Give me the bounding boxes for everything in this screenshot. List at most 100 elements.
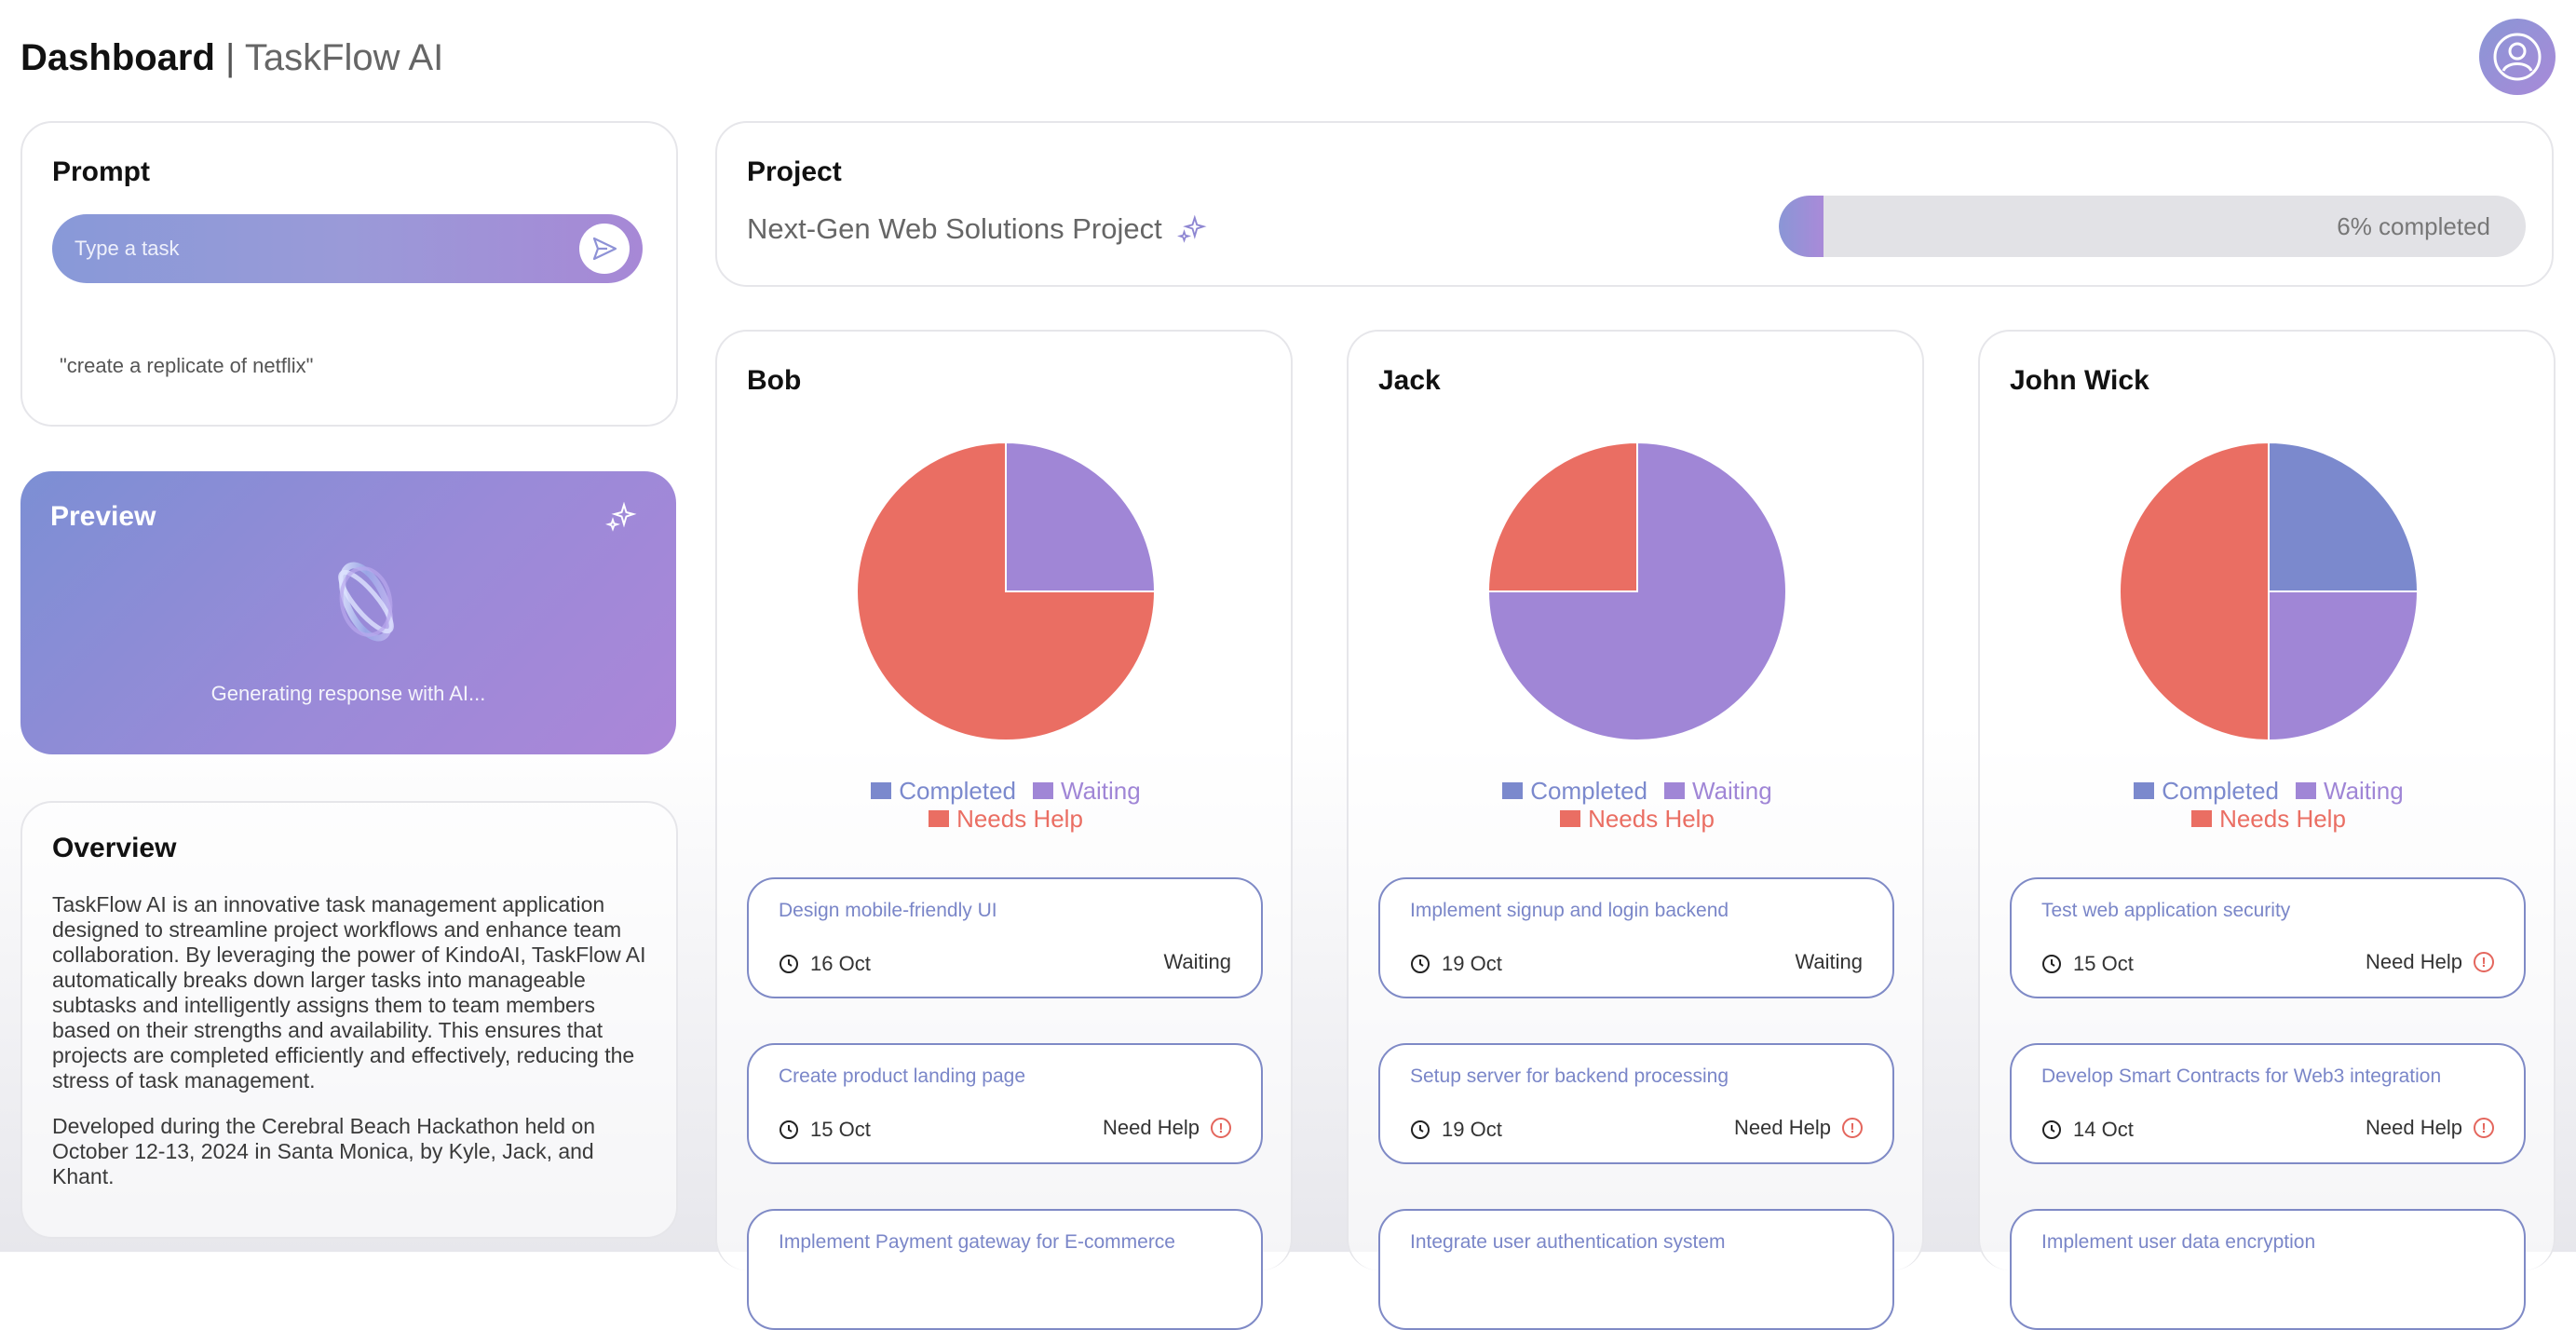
task-title: Test web application security: [2041, 900, 2291, 921]
task-due-date: 19 Oct: [1410, 952, 1502, 976]
clock-icon: [1411, 1120, 1430, 1139]
app-name: TaskFlow AI: [244, 37, 444, 78]
task-card[interactable]: Implement user data encryption: [2010, 1209, 2526, 1330]
overview-title: Overview: [52, 833, 177, 863]
task-date-text: 19 Oct: [1442, 952, 1502, 975]
clock-icon: [2042, 1120, 2061, 1139]
member-name: Jack: [1378, 365, 1441, 396]
task-status: Waiting: [1795, 950, 1863, 974]
legend-swatch: [929, 810, 950, 827]
chart-legend: Completed Waiting Needs Help: [1349, 777, 1926, 833]
task-status-label: Need Help: [2366, 950, 2462, 973]
preview-card: Preview Generating response with AI...: [20, 471, 676, 754]
task-status-label: Need Help: [2366, 1116, 2462, 1139]
task-date-text: 14 Oct: [2073, 1118, 2134, 1141]
member-card: John Wick Completed Waiting Needs Help Test …: [1978, 330, 2557, 1330]
send-icon: [592, 237, 617, 261]
task-date-text: 16 Oct: [810, 952, 871, 975]
legend-swatch: [2191, 810, 2213, 827]
legend-label: Needs Help: [1588, 805, 1715, 833]
task-title: Setup server for backend processing: [1410, 1065, 1729, 1087]
task-card[interactable]: Test web application security 15 Oct Need …: [2010, 877, 2526, 998]
member-name: Bob: [747, 365, 802, 396]
legend-item-needs-help: Needs Help: [2191, 805, 2346, 833]
legend-label: Completed: [2162, 777, 2279, 805]
title-separator: |: [214, 37, 245, 78]
task-status: Waiting: [1163, 950, 1231, 974]
sparkle-icon[interactable]: [1176, 214, 1207, 244]
page-title-dashboard: Dashboard: [20, 37, 215, 78]
task-due-date: 19 Oct: [1410, 1118, 1502, 1142]
member-card: Bob Completed Waiting Needs Help Design mobi…: [715, 330, 1293, 1330]
member-pie-chart: [2119, 441, 2420, 742]
ai-loading-orb-icon: [338, 562, 394, 642]
pie-slice-needs-help: [1486, 441, 1638, 592]
legend-item-needs-help: Needs Help: [1560, 805, 1715, 833]
legend-swatch: [2134, 782, 2155, 799]
task-card[interactable]: Implement signup and login backend 19 Oct…: [1378, 877, 1894, 998]
chart-legend: Completed Waiting Needs Help: [1980, 777, 2557, 833]
task-status-label: Waiting: [1795, 950, 1863, 973]
task-date-text: 15 Oct: [810, 1118, 871, 1141]
legend-swatch: [1560, 810, 1581, 827]
prompt-card: Prompt "create a replicate of netflix": [20, 121, 678, 427]
legend-item-waiting: Waiting: [1033, 777, 1141, 805]
pie-slice-completed: [2268, 441, 2420, 592]
legend-label: Needs Help: [2219, 805, 2346, 833]
sparkle-icon: [605, 501, 637, 532]
alert-icon: !: [1211, 1118, 1231, 1138]
task-status: Need Help!: [2366, 950, 2494, 974]
legend-swatch: [1664, 782, 1685, 799]
legend-swatch: [1502, 782, 1524, 799]
user-avatar-button[interactable]: [2479, 19, 2556, 95]
task-due-date: 14 Oct: [2041, 1118, 2134, 1142]
task-card[interactable]: Design mobile-friendly UI 16 Oct Waiting: [747, 877, 1263, 998]
task-card[interactable]: Develop Smart Contracts for Web3 integra…: [2010, 1043, 2526, 1164]
task-title: Implement user data encryption: [2041, 1231, 2316, 1253]
task-due-date: 15 Oct: [2041, 952, 2134, 976]
legend-swatch: [871, 782, 892, 799]
legend-item-waiting: Waiting: [2296, 777, 2404, 805]
legend-label: Waiting: [2324, 777, 2404, 805]
task-card[interactable]: Create product landing page 15 Oct Need He…: [747, 1043, 1263, 1164]
task-title: Implement Payment gateway for E-commerce: [779, 1231, 1175, 1253]
task-date-text: 19 Oct: [1442, 1118, 1502, 1141]
legend-item-completed: Completed: [1502, 777, 1647, 805]
prompt-title: Prompt: [52, 156, 150, 187]
user-icon: [2493, 33, 2542, 81]
member-pie-chart: [1486, 441, 1787, 741]
project-card: Project Next-Gen Web Solutions Project 6…: [715, 121, 2554, 287]
page-title: Dashboard | TaskFlow AI: [20, 34, 443, 82]
task-due-date: 16 Oct: [779, 952, 871, 976]
prompt-input-bar: [52, 214, 643, 283]
overview-credits: Developed during the Cerebral Beach Hack…: [52, 1114, 596, 1188]
task-input[interactable]: [75, 214, 559, 283]
task-title: Design mobile-friendly UI: [779, 900, 997, 921]
pie-slice-waiting: [1005, 441, 1157, 592]
task-status: Need Help!: [1103, 1116, 1231, 1140]
task-due-date: 15 Oct: [779, 1118, 871, 1142]
legend-item-completed: Completed: [871, 777, 1016, 805]
legend-swatch: [2296, 782, 2316, 799]
pie-slice-waiting: [2268, 590, 2420, 742]
task-status: Need Help!: [2366, 1116, 2494, 1140]
clock-icon: [1411, 955, 1430, 973]
clock-icon: [2042, 955, 2061, 973]
clock-icon: [780, 1120, 798, 1139]
overview-card: Overview TaskFlow AI is an innovative ta…: [20, 801, 678, 1239]
alert-icon: !: [2474, 1118, 2494, 1138]
project-name-row: Next-Gen Web Solutions Project: [747, 212, 1207, 246]
overview-description: TaskFlow AI is an innovative task manage…: [52, 892, 658, 1189]
alert-icon: !: [1842, 1118, 1863, 1138]
task-card[interactable]: Setup server for backend processing 19 Oc…: [1378, 1043, 1894, 1164]
last-prompt-text: "create a replicate of netflix": [60, 354, 314, 377]
task-title: Develop Smart Contracts for Web3 integra…: [2041, 1065, 2442, 1087]
task-card[interactable]: Implement Payment gateway for E-commerce: [747, 1209, 1263, 1330]
task-title: Implement signup and login backend: [1410, 900, 1729, 921]
project-progress-bar: 6% completed: [1779, 196, 2526, 257]
legend-label: Waiting: [1692, 777, 1772, 805]
task-card[interactable]: Integrate user authentication system: [1378, 1209, 1894, 1330]
send-button[interactable]: [579, 224, 630, 274]
legend-label: Completed: [1530, 777, 1647, 805]
legend-swatch: [1033, 782, 1053, 799]
